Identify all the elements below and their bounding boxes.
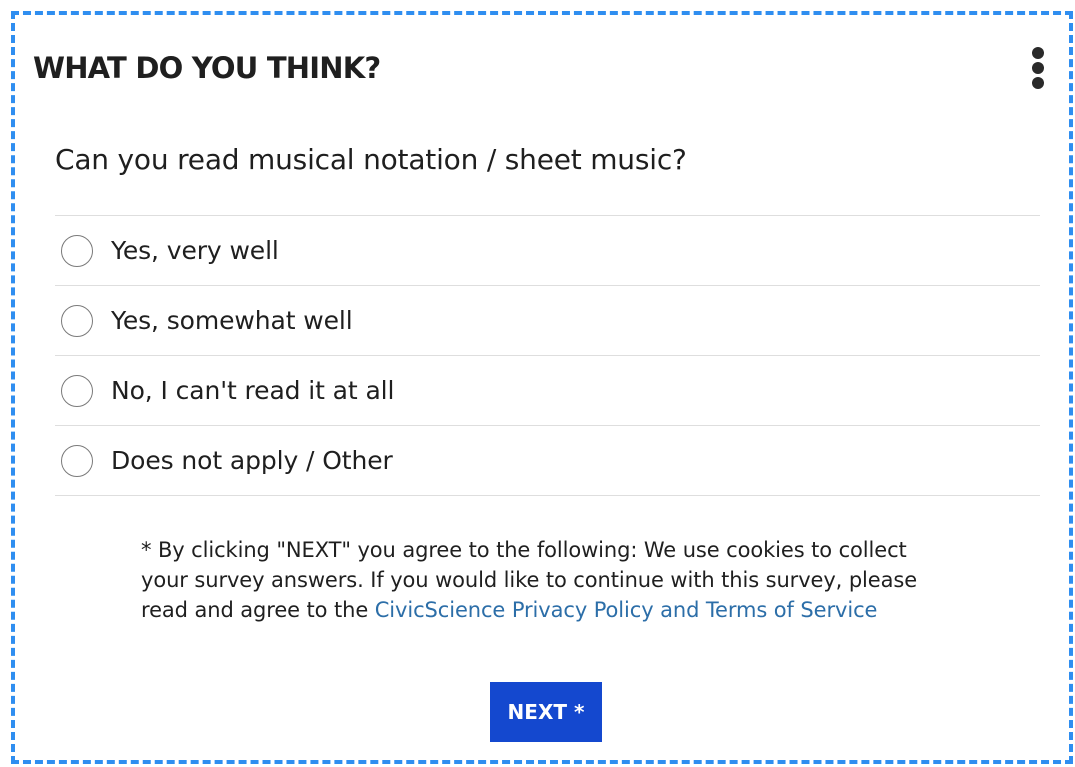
- next-button[interactable]: NEXT *: [490, 682, 602, 742]
- answer-option-label: Yes, somewhat well: [111, 306, 353, 335]
- consent-disclaimer: * By clicking "NEXT" you agree to the fo…: [141, 535, 951, 625]
- radio-button[interactable]: [61, 444, 93, 477]
- radio-button[interactable]: [61, 304, 93, 337]
- answer-option-label: No, I can't read it at all: [111, 376, 395, 405]
- answer-option-label: Yes, very well: [111, 236, 279, 265]
- menu-dot: [1032, 47, 1044, 59]
- answer-option-cannot-read[interactable]: No, I can't read it at all: [55, 356, 1040, 426]
- survey-widget: WHAT DO YOU THINK? Can you read musical …: [11, 11, 1073, 764]
- answer-option-somewhat-well[interactable]: Yes, somewhat well: [55, 286, 1040, 356]
- answer-option-very-well[interactable]: Yes, very well: [55, 216, 1040, 286]
- menu-dot: [1032, 62, 1044, 74]
- menu-dot: [1032, 77, 1044, 89]
- widget-title: WHAT DO YOU THINK?: [33, 51, 381, 85]
- more-vertical-icon[interactable]: [1028, 45, 1048, 91]
- privacy-policy-link[interactable]: CivicScience Privacy Policy and Terms of…: [375, 598, 878, 622]
- answer-option-label: Does not apply / Other: [111, 446, 393, 475]
- answer-option-other[interactable]: Does not apply / Other: [55, 426, 1040, 496]
- radio-button[interactable]: [61, 234, 93, 267]
- survey-question: Can you read musical notation / sheet mu…: [55, 143, 687, 176]
- radio-button[interactable]: [61, 374, 93, 407]
- answer-options-list: Yes, very well Yes, somewhat well No, I …: [55, 215, 1040, 496]
